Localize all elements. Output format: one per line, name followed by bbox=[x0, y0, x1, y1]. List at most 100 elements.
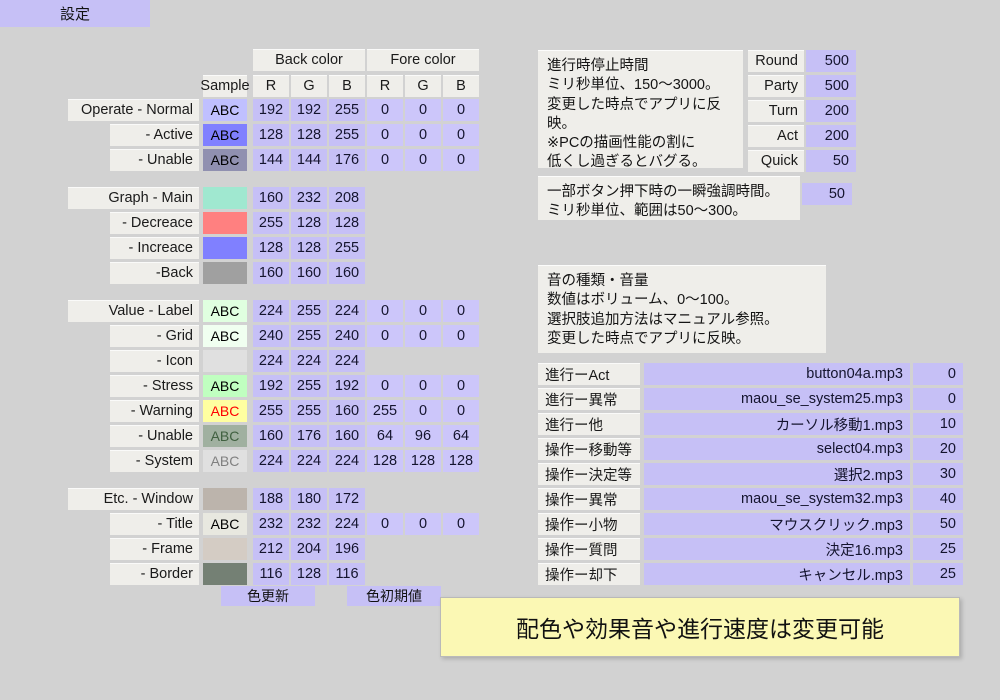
fore-r-field[interactable]: 64 bbox=[367, 425, 403, 447]
fore-g-field[interactable]: 0 bbox=[405, 149, 441, 171]
back-g-field[interactable]: 232 bbox=[291, 187, 327, 209]
fore-g-field[interactable]: 0 bbox=[405, 513, 441, 535]
back-r-field[interactable]: 212 bbox=[253, 538, 289, 560]
fore-r-field[interactable]: 0 bbox=[367, 99, 403, 121]
back-r-field[interactable]: 192 bbox=[253, 99, 289, 121]
sound-file-select[interactable]: maou_se_system32.mp3 bbox=[644, 488, 910, 510]
sound-file-select[interactable]: 選択2.mp3 bbox=[644, 463, 910, 485]
color-default-button[interactable]: 色初期値 bbox=[347, 586, 441, 606]
back-r-field[interactable]: 240 bbox=[253, 325, 289, 347]
back-b-field[interactable]: 116 bbox=[329, 563, 365, 585]
speed-value-field[interactable]: 200 bbox=[806, 125, 856, 147]
fore-b-field[interactable]: 0 bbox=[443, 124, 479, 146]
color-sample-swatch[interactable]: ABC bbox=[203, 300, 247, 322]
back-r-field[interactable]: 160 bbox=[253, 187, 289, 209]
sound-volume-field[interactable]: 25 bbox=[913, 563, 963, 585]
back-b-field[interactable]: 196 bbox=[329, 538, 365, 560]
back-g-field[interactable]: 255 bbox=[291, 375, 327, 397]
back-g-field[interactable]: 180 bbox=[291, 488, 327, 510]
back-b-field[interactable]: 255 bbox=[329, 237, 365, 259]
color-sample-swatch[interactable] bbox=[203, 563, 247, 585]
sound-file-select[interactable]: maou_se_system25.mp3 bbox=[644, 388, 910, 410]
fore-r-field[interactable]: 0 bbox=[367, 513, 403, 535]
sound-volume-field[interactable]: 25 bbox=[913, 538, 963, 560]
color-sample-swatch[interactable]: ABC bbox=[203, 325, 247, 347]
back-b-field[interactable]: 255 bbox=[329, 124, 365, 146]
back-g-field[interactable]: 232 bbox=[291, 513, 327, 535]
back-r-field[interactable]: 192 bbox=[253, 375, 289, 397]
back-b-field[interactable]: 160 bbox=[329, 425, 365, 447]
back-r-field[interactable]: 160 bbox=[253, 425, 289, 447]
back-g-field[interactable]: 224 bbox=[291, 350, 327, 372]
back-b-field[interactable]: 224 bbox=[329, 450, 365, 472]
color-sample-swatch[interactable] bbox=[203, 262, 247, 284]
color-sample-swatch[interactable]: ABC bbox=[203, 450, 247, 472]
back-r-field[interactable]: 224 bbox=[253, 350, 289, 372]
back-g-field[interactable]: 144 bbox=[291, 149, 327, 171]
fore-b-field[interactable]: 0 bbox=[443, 325, 479, 347]
color-sample-swatch[interactable] bbox=[203, 212, 247, 234]
fore-g-field[interactable]: 0 bbox=[405, 375, 441, 397]
fore-r-field[interactable]: 255 bbox=[367, 400, 403, 422]
back-r-field[interactable]: 255 bbox=[253, 400, 289, 422]
fore-b-field[interactable]: 0 bbox=[443, 300, 479, 322]
back-g-field[interactable]: 192 bbox=[291, 99, 327, 121]
back-b-field[interactable]: 224 bbox=[329, 300, 365, 322]
back-g-field[interactable]: 255 bbox=[291, 400, 327, 422]
color-sample-swatch[interactable] bbox=[203, 237, 247, 259]
sound-volume-field[interactable]: 40 bbox=[913, 488, 963, 510]
fore-g-field[interactable]: 0 bbox=[405, 300, 441, 322]
speed-value-field[interactable]: 500 bbox=[806, 50, 856, 72]
sound-volume-field[interactable]: 50 bbox=[913, 513, 963, 535]
back-r-field[interactable]: 224 bbox=[253, 450, 289, 472]
fore-g-field[interactable]: 128 bbox=[405, 450, 441, 472]
back-r-field[interactable]: 116 bbox=[253, 563, 289, 585]
back-r-field[interactable]: 232 bbox=[253, 513, 289, 535]
back-b-field[interactable]: 128 bbox=[329, 212, 365, 234]
back-b-field[interactable]: 160 bbox=[329, 262, 365, 284]
fore-b-field[interactable]: 0 bbox=[443, 375, 479, 397]
back-r-field[interactable]: 255 bbox=[253, 212, 289, 234]
fore-g-field[interactable]: 0 bbox=[405, 124, 441, 146]
back-b-field[interactable]: 224 bbox=[329, 513, 365, 535]
color-sample-swatch[interactable]: ABC bbox=[203, 375, 247, 397]
sound-volume-field[interactable]: 30 bbox=[913, 463, 963, 485]
back-b-field[interactable]: 224 bbox=[329, 350, 365, 372]
fore-r-field[interactable]: 0 bbox=[367, 149, 403, 171]
highlight-duration-field[interactable]: 50 bbox=[802, 183, 852, 205]
back-g-field[interactable]: 128 bbox=[291, 124, 327, 146]
fore-g-field[interactable]: 0 bbox=[405, 99, 441, 121]
color-sample-swatch[interactable] bbox=[203, 488, 247, 510]
fore-b-field[interactable]: 0 bbox=[443, 513, 479, 535]
back-r-field[interactable]: 144 bbox=[253, 149, 289, 171]
fore-g-field[interactable]: 0 bbox=[405, 325, 441, 347]
fore-g-field[interactable]: 0 bbox=[405, 400, 441, 422]
back-r-field[interactable]: 160 bbox=[253, 262, 289, 284]
back-r-field[interactable]: 128 bbox=[253, 124, 289, 146]
back-r-field[interactable]: 128 bbox=[253, 237, 289, 259]
back-b-field[interactable]: 255 bbox=[329, 99, 365, 121]
fore-b-field[interactable]: 0 bbox=[443, 149, 479, 171]
back-g-field[interactable]: 128 bbox=[291, 237, 327, 259]
sound-file-select[interactable]: キャンセル.mp3 bbox=[644, 563, 910, 585]
fore-g-field[interactable]: 96 bbox=[405, 425, 441, 447]
sound-file-select[interactable]: マウスクリック.mp3 bbox=[644, 513, 910, 535]
back-b-field[interactable]: 240 bbox=[329, 325, 365, 347]
sound-file-select[interactable]: 決定16.mp3 bbox=[644, 538, 910, 560]
sound-volume-field[interactable]: 0 bbox=[913, 388, 963, 410]
sound-volume-field[interactable]: 0 bbox=[913, 363, 963, 385]
back-r-field[interactable]: 188 bbox=[253, 488, 289, 510]
fore-r-field[interactable]: 0 bbox=[367, 375, 403, 397]
fore-r-field[interactable]: 0 bbox=[367, 325, 403, 347]
color-sample-swatch[interactable] bbox=[203, 187, 247, 209]
color-sample-swatch[interactable]: ABC bbox=[203, 99, 247, 121]
fore-b-field[interactable]: 64 bbox=[443, 425, 479, 447]
back-b-field[interactable]: 160 bbox=[329, 400, 365, 422]
back-r-field[interactable]: 224 bbox=[253, 300, 289, 322]
color-sample-swatch[interactable]: ABC bbox=[203, 124, 247, 146]
fore-b-field[interactable]: 0 bbox=[443, 400, 479, 422]
back-g-field[interactable]: 255 bbox=[291, 325, 327, 347]
fore-r-field[interactable]: 128 bbox=[367, 450, 403, 472]
fore-r-field[interactable]: 0 bbox=[367, 300, 403, 322]
sound-file-select[interactable]: button04a.mp3 bbox=[644, 363, 910, 385]
